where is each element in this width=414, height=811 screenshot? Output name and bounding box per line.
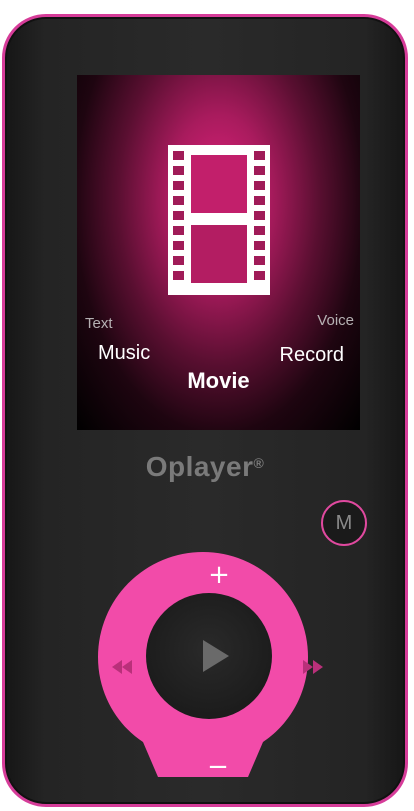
menu-item-text[interactable]: Text <box>85 315 113 332</box>
registered-mark: ® <box>253 455 265 471</box>
brand-name: Oplayer <box>145 451 254 482</box>
mode-button-label: M <box>335 511 353 534</box>
rewind-icon[interactable] <box>112 660 132 674</box>
display-screen: Text Voice Music Record Movie <box>77 75 360 430</box>
volume-down-button[interactable]: − <box>207 752 229 782</box>
film-strip-icon[interactable] <box>168 145 270 295</box>
menu-item-music[interactable]: Music <box>98 342 150 365</box>
fast-forward-icon[interactable] <box>303 660 323 674</box>
mode-button[interactable]: M <box>321 500 367 546</box>
play-icon <box>203 640 229 672</box>
menu-item-record[interactable]: Record <box>280 344 344 367</box>
menu-item-movie[interactable]: Movie <box>77 368 360 394</box>
brand-logo: Oplayer® <box>5 451 405 483</box>
volume-up-button[interactable]: + <box>207 560 231 590</box>
menu-item-voice[interactable]: Voice <box>317 312 354 329</box>
